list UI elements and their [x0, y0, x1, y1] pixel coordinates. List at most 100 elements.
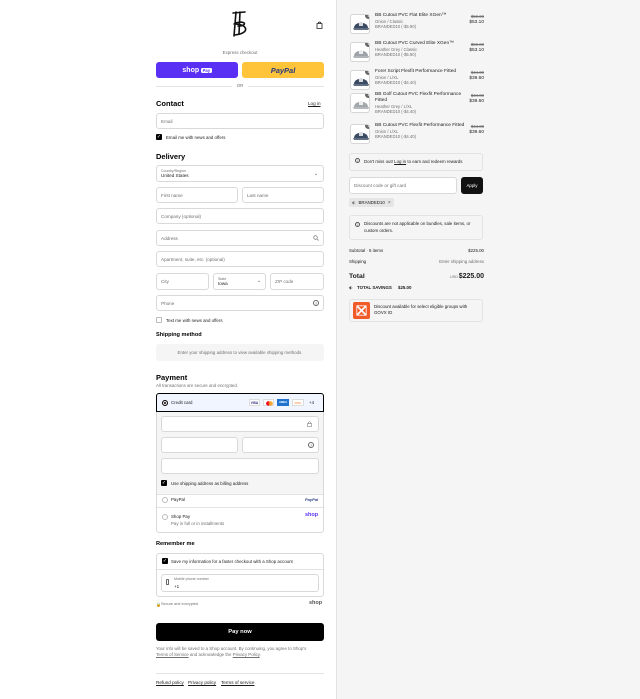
paypal-radio[interactable] — [162, 497, 168, 503]
shop-privacy-link[interactable]: Privacy Policy — [233, 652, 260, 657]
secure-label: Secure and encrypted — [161, 602, 199, 606]
remember-me-heading: Remember me — [156, 541, 195, 547]
govx-text: Discount available for select eligible g… — [374, 304, 468, 315]
info-icon: i — [355, 222, 360, 227]
cart-item-discount: BRANDED10 (-$4.40) — [375, 109, 416, 114]
shop-terms-link[interactable]: Terms of Service — [156, 652, 189, 657]
rewards-login-link[interactable]: Log in — [394, 159, 406, 164]
cvv-help-icon[interactable]: ? — [308, 442, 314, 448]
savings-tag-icon: ⬖ — [349, 285, 353, 290]
cart-item-original-price: $59.00 — [470, 42, 484, 47]
remove-code-close-icon[interactable]: × — [388, 200, 391, 206]
apply-discount-button[interactable]: Apply — [461, 177, 483, 194]
cart-item-original-price: $44.00 — [470, 124, 484, 129]
credit-card-radio[interactable] — [162, 400, 168, 406]
shipping-method-message: Enter your shipping address to view avai… — [156, 344, 324, 361]
newsletter-checkbox[interactable]: ✓ — [156, 134, 162, 140]
cart-item-name: BB Golf Cutout PVC Flexfit Performance F… — [375, 92, 462, 103]
chevron-down-icon: ⌄ — [314, 171, 319, 177]
zip-input[interactable]: ZIP code — [270, 273, 324, 290]
login-link[interactable]: Log in — [308, 101, 321, 106]
country-value: United States — [161, 173, 189, 178]
cart-item-quantity-badge: 1 — [365, 71, 369, 75]
cart-item-price: $53.10 — [469, 20, 484, 25]
applied-code-label: BRANDED10 — [358, 200, 385, 205]
shop-logo-icon: shop — [309, 600, 323, 606]
cart-item-thumbnail: 1 — [350, 42, 370, 62]
country-select[interactable]: Country/Region United States — [156, 165, 324, 182]
address-input[interactable]: Address — [156, 230, 324, 246]
cart-item-discount: BRANDED10 (-$5.90) — [375, 52, 416, 57]
cart-item-discount: BRANDED10 (-$4.40) — [375, 80, 416, 85]
checkout-main: Express checkout shop Pay PayPal OR Cont… — [0, 0, 336, 699]
credit-card-label: Credit card — [171, 400, 193, 405]
shop-pay-sublabel: Pay in full or in installments — [171, 521, 225, 526]
info-icon: i — [355, 158, 360, 163]
cart-item-discount: BRANDED10 (-$4.40) — [375, 134, 416, 139]
cart-item-price: $39.60 — [469, 130, 484, 135]
shipping-method-heading: Shipping method — [156, 332, 202, 338]
rewards-text-rest: to earn and redeem rewards — [407, 159, 463, 164]
search-icon — [313, 235, 319, 243]
brand-logo[interactable] — [228, 10, 252, 38]
discount-code-input[interactable]: Discount code or gift card — [349, 177, 457, 194]
cart-bag-icon[interactable] — [316, 21, 323, 29]
footer-divider — [156, 673, 324, 674]
company-input[interactable]: Company (optional) — [156, 208, 324, 224]
cart-item-quantity-badge: 1 — [365, 15, 369, 19]
pay-now-button[interactable]: Pay now — [156, 623, 324, 641]
city-input[interactable]: City — [156, 273, 209, 290]
more-cards-label: +4 — [309, 400, 315, 405]
state-value: Iowa — [218, 281, 228, 286]
cart-item-original-price: $44.00 — [470, 70, 484, 75]
card-number-input[interactable] — [161, 416, 319, 432]
discount-notice-text: Discounts are not applicable on bundles,… — [364, 221, 471, 233]
mobile-phone-icon — [166, 579, 169, 585]
amex-icon: AMEX — [277, 399, 289, 406]
shipping-value: Enter shipping address — [439, 259, 484, 264]
phone-input[interactable]: Phone — [156, 295, 324, 311]
email-input[interactable]: Email — [156, 113, 324, 129]
billing-address-label: Use shipping address as billing address — [171, 481, 249, 486]
cart-item-discount: BRANDED10 (-$5.90) — [375, 24, 416, 29]
save-info-checkbox[interactable]: ✓ — [162, 558, 168, 564]
terms-of-service-link[interactable]: Terms of service — [221, 680, 254, 685]
applied-discount-tag: ⬖ BRANDED10 × — [349, 198, 394, 207]
cart-item-quantity-badge: 1 — [365, 94, 369, 98]
cart-item-thumbnail: 1 — [350, 14, 370, 34]
paypal-button[interactable]: PayPal — [242, 62, 324, 78]
rewards-text: Don't miss out! Log in to earn and redee… — [364, 159, 463, 164]
total-value: $225.00 — [458, 273, 484, 280]
refund-policy-link[interactable]: Refund policy — [156, 680, 184, 685]
shop-pay-radio[interactable] — [162, 514, 168, 520]
contact-heading: Contact — [156, 99, 184, 108]
discover-icon: DISC — [292, 399, 304, 406]
paypal-logo-icon: PayPal — [305, 497, 319, 502]
shop-pay-badge: Pay — [201, 67, 212, 73]
total-label: Total — [349, 273, 365, 280]
help-icon[interactable]: ? — [313, 300, 319, 306]
last-name-input[interactable]: Last name — [242, 187, 324, 203]
text-me-label: Text me with news and offers — [166, 318, 223, 323]
billing-address-checkbox[interactable]: ✓ — [161, 480, 167, 486]
text-me-checkbox[interactable] — [156, 317, 162, 323]
state-chevron-icon: ⌄ — [257, 278, 262, 284]
cart-item-thumbnail: 1 — [350, 70, 370, 90]
cart-item-thumbnail: 1 — [350, 93, 370, 113]
first-name-input[interactable]: First name — [156, 187, 238, 203]
cart-item-thumbnail: 1 — [350, 124, 370, 144]
paypal-option-label[interactable]: PayPal — [171, 497, 185, 502]
cart-item-price: $39.60 — [469, 99, 484, 104]
shop-pay-button[interactable]: shop Pay — [156, 62, 238, 78]
visa-icon: VISA — [249, 399, 260, 406]
privacy-policy-link[interactable]: Privacy policy — [188, 680, 216, 685]
newsletter-label: Email me with news and offers — [166, 135, 226, 140]
expiry-input[interactable] — [161, 437, 238, 453]
apartment-input[interactable]: Apartment, suite, etc. (optional) — [156, 251, 324, 267]
mastercard-icon — [263, 399, 274, 406]
divider — [157, 494, 323, 495]
shop-pay-option-label[interactable]: Shop Pay — [171, 514, 190, 519]
name-on-card-input[interactable] — [161, 458, 319, 474]
remember-divider — [157, 569, 323, 570]
rewards-text-lead: Don't miss out! — [364, 159, 393, 164]
